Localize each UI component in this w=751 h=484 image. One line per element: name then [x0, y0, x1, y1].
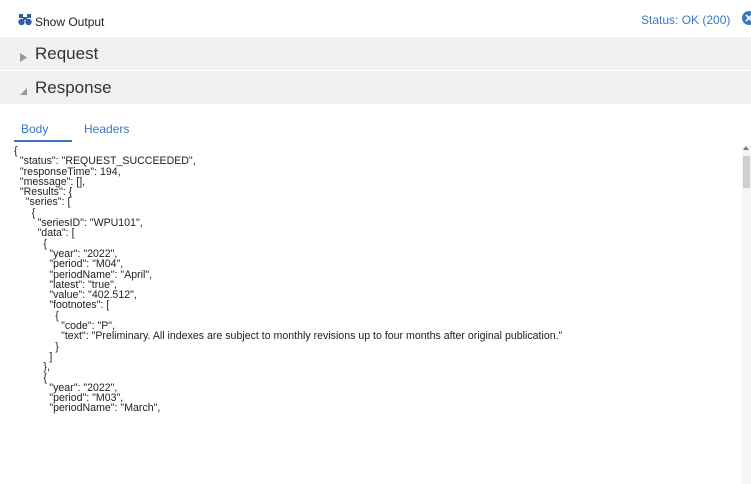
expand-right-icon: [19, 49, 28, 62]
response-section-header[interactable]: Response: [0, 71, 751, 104]
response-body: { "status": "REQUEST_SUCCEEDED", "respon…: [14, 146, 734, 484]
json-line: "Results": {: [14, 186, 73, 199]
scroll-up-icon[interactable]: [743, 146, 749, 150]
json-line: "periodName": "March",: [14, 402, 161, 415]
json-line: }: [14, 340, 59, 353]
json-line: "periodName": "April",: [14, 268, 153, 281]
json-line: "text": "Preliminary. All indexes are su…: [14, 330, 563, 343]
json-line: },: [14, 361, 50, 374]
json-line: {: [14, 371, 47, 384]
json-line: "data": [: [14, 227, 75, 240]
json-line: "responseTime": 194,: [14, 165, 121, 178]
tab-body[interactable]: Body: [21, 122, 48, 136]
active-tab-indicator: [14, 140, 72, 142]
json-line: "value": "402.512",: [14, 289, 137, 302]
status-text: Status: OK (200): [641, 13, 731, 27]
json-line: "seriesID": "WPU101",: [14, 217, 143, 230]
json-line: ]: [14, 350, 53, 363]
json-line: "series": [: [14, 196, 71, 209]
scroll-thumb[interactable]: [743, 156, 750, 188]
output-toolbar: Show Output Status: OK (200): [0, 0, 751, 36]
tab-headers[interactable]: Headers: [84, 122, 129, 136]
response-tabs: Body Headers: [0, 118, 751, 140]
json-line: "status": "REQUEST_SUCCEEDED",: [14, 155, 196, 168]
json-line: "message": [],: [14, 175, 86, 188]
json-line: {: [14, 237, 47, 250]
response-section-label: Response: [35, 78, 112, 97]
binoculars-icon[interactable]: [18, 13, 32, 26]
json-line: {: [14, 309, 59, 322]
show-output-button[interactable]: Show Output: [35, 15, 104, 29]
request-section-header[interactable]: Request: [0, 37, 751, 70]
vertical-scrollbar[interactable]: [742, 146, 751, 484]
collapse-down-icon: [19, 83, 28, 95]
request-section-label: Request: [35, 44, 99, 63]
json-line: "footnotes": [: [14, 299, 110, 312]
close-circle-icon[interactable]: [742, 11, 751, 25]
